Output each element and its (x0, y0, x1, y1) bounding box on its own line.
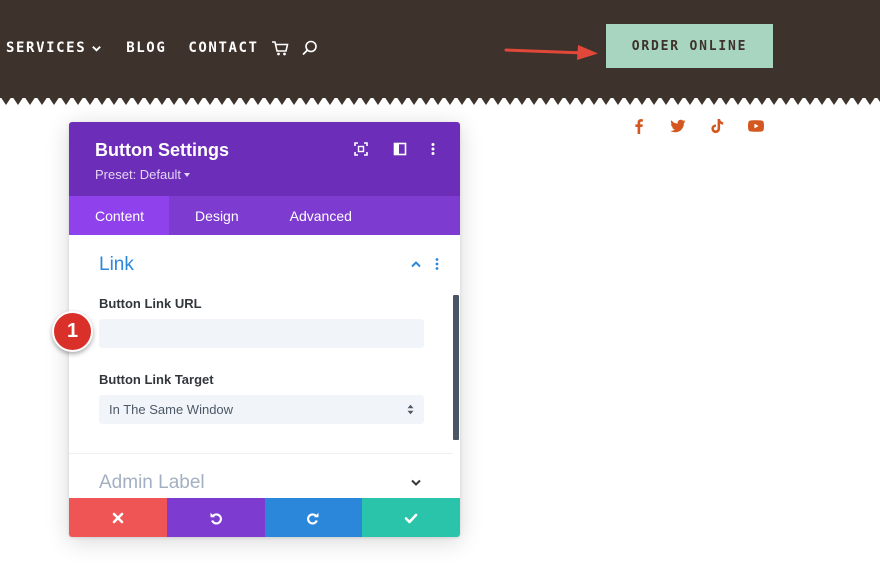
modal-scrollbar[interactable] (453, 295, 459, 440)
main-nav: SERVICES BLOG CONTACT (6, 38, 331, 58)
chevron-down-icon (92, 45, 102, 52)
preset-dropdown[interactable]: Preset: Default (95, 167, 190, 182)
button-link-target-select[interactable]: In The Same Window (99, 395, 424, 424)
tab-advanced[interactable]: Advanced (239, 196, 352, 235)
tab-content[interactable]: Content (69, 196, 170, 235)
nav-item-contact[interactable]: CONTACT (188, 40, 258, 56)
admin-label-section-title[interactable]: Admin Label (99, 472, 205, 494)
facebook-icon[interactable] (630, 117, 648, 135)
preset-label: Preset: Default (95, 167, 181, 182)
nav-item-blog-label: BLOG (126, 40, 167, 56)
undo-button[interactable] (166, 498, 265, 537)
redo-button[interactable] (264, 498, 363, 537)
social-links (630, 117, 786, 135)
link-section-title[interactable]: Link (99, 254, 134, 276)
button-link-target-value: In The Same Window (109, 402, 234, 417)
button-settings-modal: Button Settings Preset: Default Content … (69, 122, 460, 537)
modal-title: Button Settings (95, 140, 229, 160)
button-link-url-label: Button Link URL (99, 296, 202, 311)
redo-icon (307, 512, 319, 525)
nav-item-contact-label: CONTACT (188, 40, 259, 56)
save-button[interactable] (362, 498, 460, 537)
search-icon[interactable] (301, 39, 319, 57)
close-icon (112, 512, 124, 523)
youtube-icon[interactable] (747, 117, 765, 135)
section-divider (69, 453, 453, 454)
arrow-annotation (504, 45, 598, 60)
caret-down-icon (184, 172, 190, 177)
chevron-down-icon[interactable] (410, 479, 422, 487)
header-zigzag-edge (0, 96, 880, 105)
expand-icon[interactable] (354, 142, 368, 156)
order-online-button[interactable]: ORDER ONLINE (606, 24, 773, 68)
settings-tabs: Content Design Advanced (69, 196, 460, 235)
site-header: SERVICES BLOG CONTACT ORDER ONLINE (0, 0, 880, 98)
tiktok-icon[interactable] (708, 117, 726, 135)
select-arrows-icon (407, 404, 414, 415)
modal-header: Button Settings Preset: Default (69, 122, 460, 196)
cart-icon[interactable] (271, 39, 289, 57)
step-badge: 1 (52, 311, 93, 352)
tab-design[interactable]: Design (169, 196, 239, 235)
split-view-icon[interactable] (393, 142, 407, 156)
nav-item-services[interactable]: SERVICES (6, 40, 102, 56)
modal-footer (69, 498, 460, 537)
chevron-up-icon[interactable] (410, 259, 422, 269)
section-options-icon[interactable] (434, 257, 440, 271)
discard-button[interactable] (69, 498, 167, 537)
button-link-target-label: Button Link Target (99, 372, 214, 387)
nav-item-blog[interactable]: BLOG (126, 40, 166, 56)
button-link-url-input[interactable] (99, 319, 424, 348)
undo-icon (210, 512, 222, 525)
nav-item-services-label: SERVICES (6, 40, 87, 56)
twitter-icon[interactable] (669, 117, 687, 135)
more-options-icon[interactable] (426, 142, 440, 156)
check-icon (404, 513, 418, 523)
